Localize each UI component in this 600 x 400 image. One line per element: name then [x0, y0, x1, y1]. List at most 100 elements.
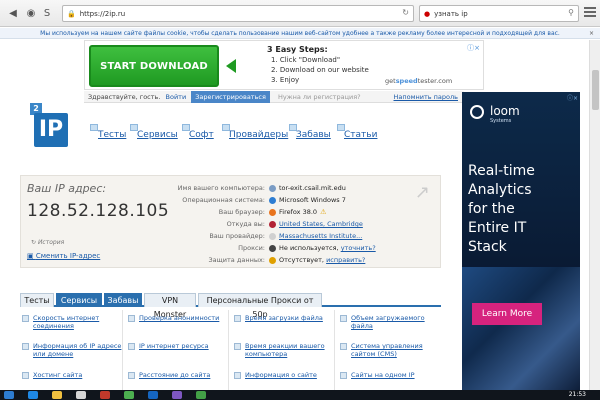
register-button[interactable]: Зарегистрироваться [191, 91, 270, 103]
grid-link[interactable]: Сайты на одном IP [340, 371, 442, 379]
grid-link[interactable]: Проверка анонимности [128, 314, 230, 322]
tab-services[interactable]: Сервисы [56, 293, 102, 307]
provider-icon [269, 233, 276, 240]
learn-more-button[interactable]: Learn More [472, 303, 542, 325]
ad-info-icon[interactable]: ⓘ× [567, 93, 578, 102]
computer-icon [269, 185, 276, 192]
grid-link-text: Время реакции вашего компьютера [245, 342, 325, 358]
info-row: Имя вашего компьютера: tor-exit.csail.mi… [153, 184, 433, 195]
change-ip-link[interactable]: ▣ Сменить IP-адрес [27, 252, 100, 260]
app-icon[interactable] [76, 391, 86, 399]
proxy-value: Не используется, [279, 244, 339, 252]
firefox-icon [269, 209, 276, 216]
search-icon[interactable]: ⚲ [568, 8, 574, 17]
file-size-icon [340, 315, 347, 322]
proxy-icon [269, 245, 276, 252]
registration-question-link[interactable]: Нужна ли регистрация? [278, 93, 361, 101]
url-text: https://2ip.ru [79, 9, 126, 18]
search-input[interactable]: узнать ip [434, 10, 468, 18]
ip-info-icon [22, 343, 29, 350]
info-key: Ваш провайдер: [209, 232, 265, 240]
us-flag-icon [269, 221, 276, 228]
ad-brand-suffix: tester.com [417, 77, 453, 85]
app-icon[interactable] [100, 391, 110, 399]
headline-line: Stack [468, 239, 507, 255]
login-link[interactable]: Войти [163, 91, 190, 103]
ip-address: 128.52.128.105 [27, 201, 170, 221]
address-bar[interactable]: 🔒 https://2ip.ru ↻ [62, 5, 414, 22]
info-row: Откуда вы: United States, Cambridge [153, 220, 433, 231]
grid-link[interactable]: Информация о сайте [234, 371, 336, 379]
close-icon[interactable]: × [589, 28, 594, 39]
info-value: tor-exit.csail.mit.edu [279, 184, 346, 192]
provider-link[interactable]: Massachusetts Institute... [279, 232, 362, 240]
app-icon[interactable] [148, 391, 158, 399]
tab-fun[interactable]: Забавы [104, 293, 142, 307]
ad-info-icon[interactable]: ⓘ× [467, 43, 480, 53]
nav-providers[interactable]: Провайдеры [229, 130, 288, 140]
scrollbar-thumb[interactable] [592, 70, 599, 110]
info-row: Защита данных: Отсутствует, исправить? [153, 256, 433, 267]
ad-brand: getspeedtester.com [385, 77, 452, 85]
download-ad-banner[interactable]: START DOWNLOAD 3 Easy Steps: 1. Click "D… [84, 40, 484, 90]
speed-icon [22, 315, 29, 322]
nav-articles[interactable]: Статьи [344, 130, 377, 140]
grid-link[interactable]: Информация об IP адресе или домене [22, 342, 124, 358]
history-link[interactable]: ↻ История [31, 239, 64, 246]
start-icon[interactable] [4, 391, 14, 399]
grid-link[interactable]: Расстояние до сайта [128, 371, 230, 379]
loom-ad[interactable]: ⓘ× loom Systems Real-time Analytics for … [462, 92, 580, 392]
grid-link-text: Скорость интернет соединения [33, 314, 100, 330]
page-scrollbar[interactable] [589, 40, 600, 390]
ip-info-box: Ваш IP адрес: 128.52.128.105 ↻ История ▣… [20, 175, 441, 268]
cookie-notice: Мы используем на нашем сайте файлы cooki… [0, 28, 600, 39]
grid-link[interactable]: Скорость интернет соединения [22, 314, 124, 330]
proxy-check-link[interactable]: уточнить? [341, 244, 376, 252]
site-logo[interactable]: 2 IP [30, 103, 68, 147]
remember-password-link[interactable]: Напомнить пароль [394, 91, 458, 103]
info-row: Ваш провайдер: Massachusetts Institute..… [153, 232, 433, 243]
grid-link[interactable]: Объем загружаемого файла [340, 314, 442, 330]
fix-link[interactable]: исправить? [326, 256, 365, 264]
tor-onion-icon[interactable]: ◉ [24, 6, 38, 20]
nav-tests[interactable]: Тесты [98, 130, 126, 140]
loom-logo-icon [470, 105, 484, 119]
start-download-button[interactable]: START DOWNLOAD [89, 45, 219, 87]
tab-tests[interactable]: Тесты [20, 293, 54, 307]
nav-fun[interactable]: Забавы [296, 130, 331, 140]
grid-link[interactable]: Хостинг сайта [22, 371, 124, 379]
grid-link-text: Система управления сайтом (CMS) [351, 342, 423, 358]
tests-icon [90, 124, 98, 131]
tab-vpn-monster[interactable]: VPN Monster [144, 293, 196, 319]
tor-browser-icon[interactable] [196, 391, 206, 399]
ad-headline: Real-time Analytics for the Entire IT St… [468, 162, 535, 257]
info-value: Не используется, уточнить? [279, 244, 376, 252]
grid-link[interactable]: IP интернет ресурса [128, 342, 230, 350]
arrow-icon [226, 59, 236, 73]
grid-link[interactable]: Система управления сайтом (CMS) [340, 342, 442, 358]
folder-icon[interactable] [52, 391, 62, 399]
location-link[interactable]: United States, Cambridge [279, 220, 363, 228]
tab-personal-proxy[interactable]: Персональные Прокси от 50р [198, 293, 322, 319]
app-icon[interactable] [172, 391, 182, 399]
nav-services[interactable]: Сервисы [137, 130, 178, 140]
hamburger-menu-icon[interactable] [584, 7, 596, 19]
app-icon[interactable] [124, 391, 134, 399]
noscript-icon[interactable]: S [40, 6, 54, 20]
headline-line: Real-time [468, 163, 535, 179]
ad-title: 3 Easy Steps: [267, 45, 328, 54]
loom-brand: loom [490, 104, 520, 118]
hosting-icon [22, 372, 29, 379]
grid-link[interactable]: Время реакции вашего компьютера [234, 342, 336, 358]
info-value: Отсутствует, исправить? [279, 256, 365, 264]
clock: 21:53 [568, 391, 586, 398]
nav-software[interactable]: Софт [189, 130, 214, 140]
back-icon[interactable]: ◀ [6, 6, 20, 20]
headline-line: Analytics [468, 182, 532, 198]
info-key: Операционная система: [182, 196, 265, 204]
reload-icon[interactable]: ↻ [402, 8, 409, 17]
ie-icon[interactable] [28, 391, 38, 399]
warning-icon: ⚠ [320, 208, 327, 216]
search-box[interactable]: ● узнать ip ⚲ [419, 5, 579, 22]
grid-link[interactable]: Время загрузки файла [234, 314, 336, 322]
